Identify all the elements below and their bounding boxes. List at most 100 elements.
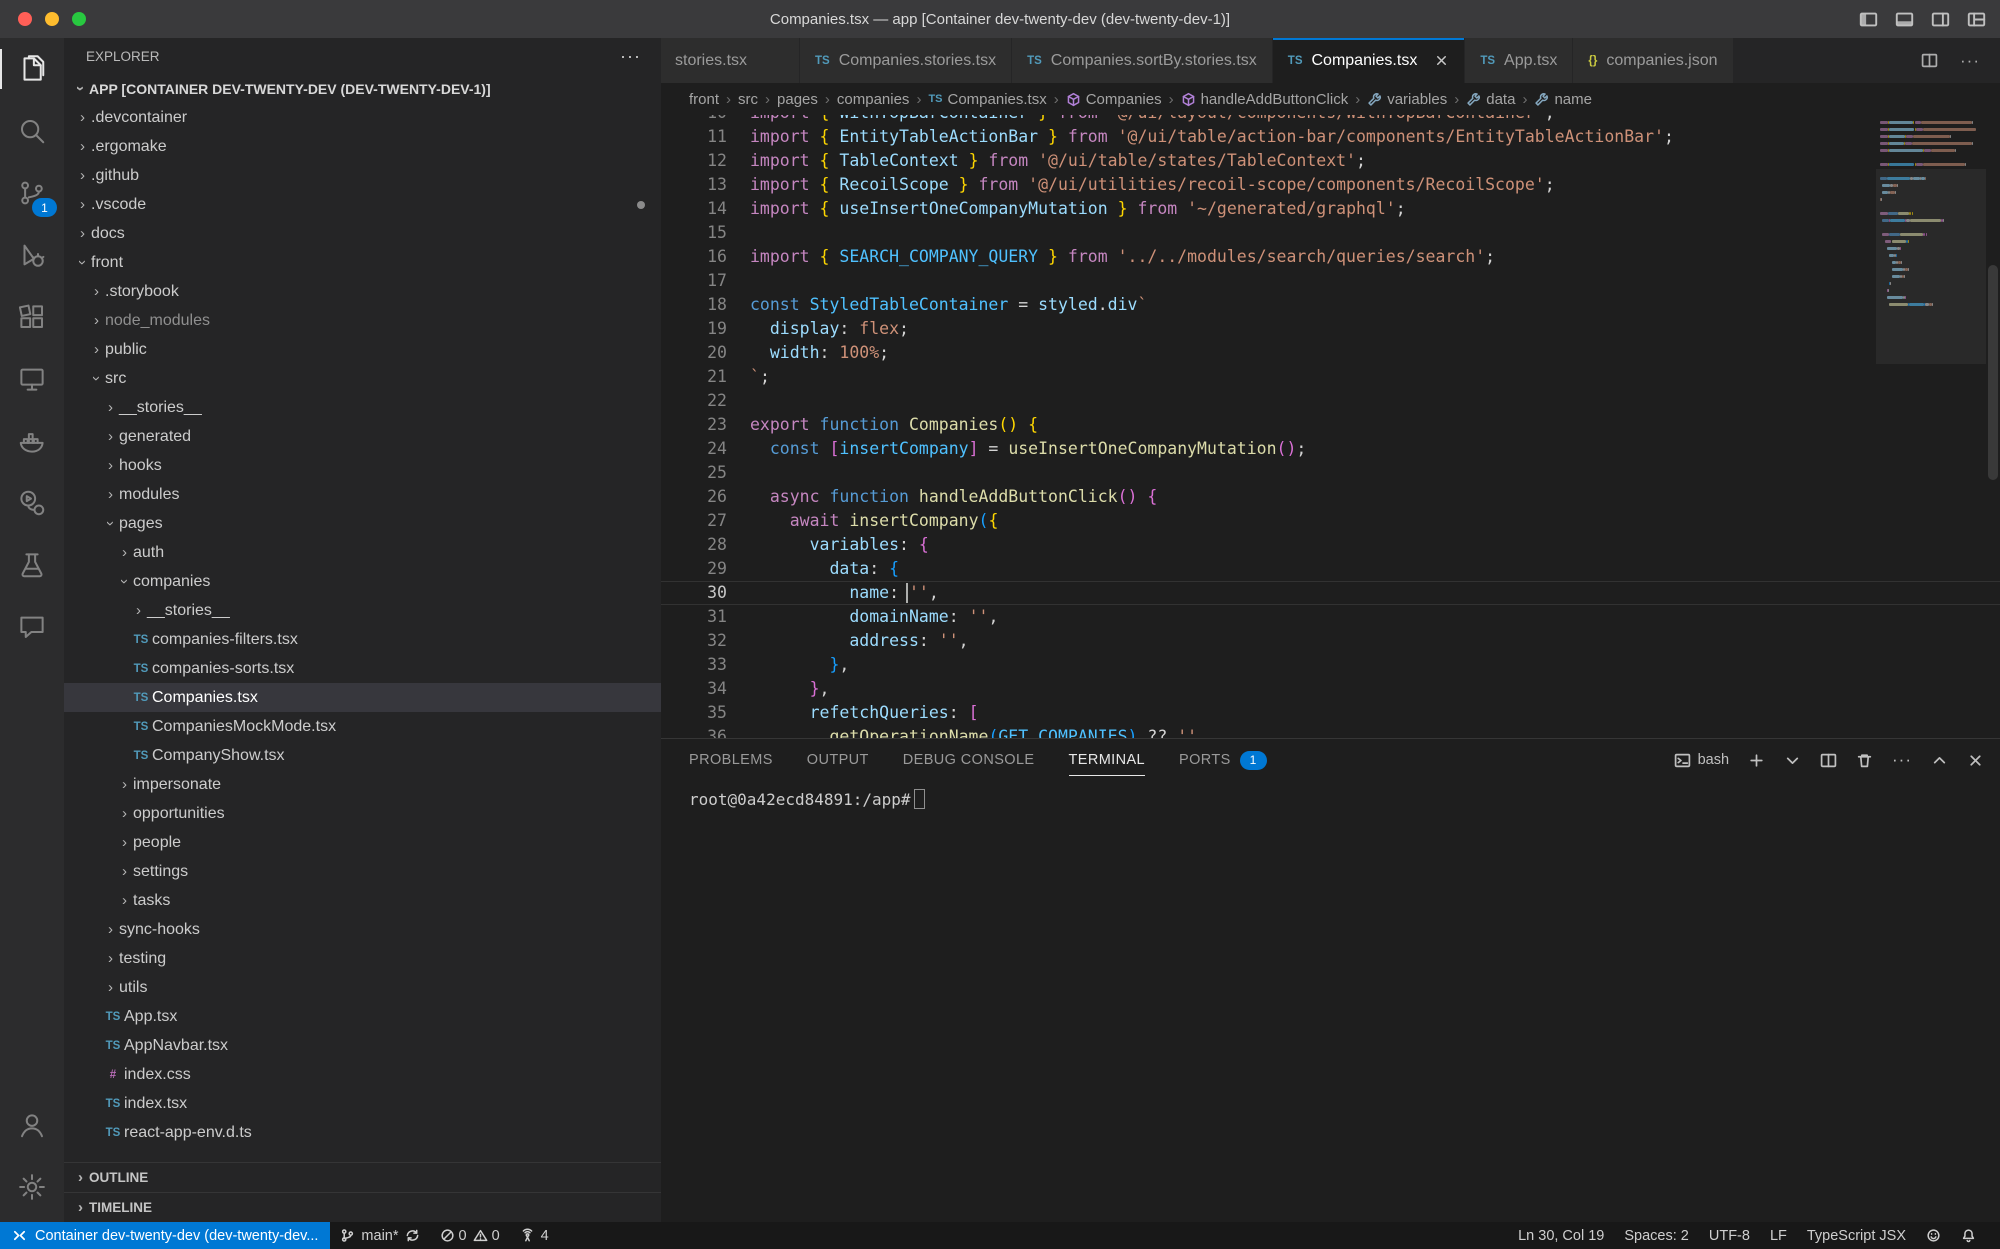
tree-item-node-modules[interactable]: ›node_modules bbox=[64, 306, 661, 335]
code-line-30[interactable]: 30 name: '', bbox=[661, 581, 2000, 605]
code-line-13[interactable]: 13import { RecoilScope } from '@/ui/util… bbox=[661, 173, 2000, 197]
code-line-10[interactable]: 10import { WithTopBarContainer } from '@… bbox=[661, 115, 2000, 125]
code-line-16[interactable]: 16import { SEARCH_COMPANY_QUERY } from '… bbox=[661, 245, 2000, 269]
code-line-18[interactable]: 18const StyledTableContainer = styled.di… bbox=[661, 293, 2000, 317]
toggle-primary-sidebar-icon[interactable] bbox=[1859, 10, 1878, 29]
tree-item-utils[interactable]: ›utils bbox=[64, 973, 661, 1002]
tree-item-testing[interactable]: ›testing bbox=[64, 944, 661, 973]
code-line-21[interactable]: 21`; bbox=[661, 365, 2000, 389]
close-icon[interactable] bbox=[1434, 53, 1449, 68]
encoding-item[interactable]: UTF-8 bbox=[1699, 1222, 1760, 1249]
breadcrumb-item-src[interactable]: src bbox=[738, 91, 758, 108]
tree-item-companies-filters-tsx[interactable]: TScompanies-filters.tsx bbox=[64, 625, 661, 654]
breadcrumb-item-pages[interactable]: pages bbox=[777, 91, 818, 108]
code-line-29[interactable]: 29 data: { bbox=[661, 557, 2000, 581]
tree-item-companies-tsx[interactable]: TSCompanies.tsx bbox=[64, 683, 661, 712]
git-branch-item[interactable]: main* bbox=[330, 1222, 429, 1249]
scrollbar-slider[interactable] bbox=[1988, 265, 1998, 480]
split-terminal-icon[interactable] bbox=[1820, 752, 1837, 769]
code-line-31[interactable]: 31 domainName: '', bbox=[661, 605, 2000, 629]
breadcrumb-item-handleaddbuttonclick[interactable]: handleAddButtonClick bbox=[1181, 91, 1349, 108]
breadcrumb-item-companies[interactable]: Companies bbox=[1066, 91, 1162, 108]
tab-companies-json[interactable]: {}companies.json bbox=[1573, 38, 1733, 83]
code-line-33[interactable]: 33 }, bbox=[661, 653, 2000, 677]
panel-tab-terminal[interactable]: TERMINAL bbox=[1069, 739, 1146, 781]
tree-item-vscode[interactable]: ›.vscode bbox=[64, 190, 661, 219]
tree-item-front[interactable]: ›front bbox=[64, 248, 661, 277]
tree-item-react-app-env-d-ts[interactable]: TSreact-app-env.d.ts bbox=[64, 1118, 661, 1147]
panel-more-actions-icon[interactable]: ··· bbox=[1892, 750, 1912, 770]
activity-comments-button[interactable] bbox=[0, 596, 64, 658]
forwarded-ports-item[interactable]: 4 bbox=[510, 1222, 559, 1249]
code-line-15[interactable]: 15 bbox=[661, 221, 2000, 245]
tree-item-modules[interactable]: ›modules bbox=[64, 480, 661, 509]
maximize-panel-icon[interactable] bbox=[1931, 752, 1948, 769]
customize-layout-icon[interactable] bbox=[1967, 10, 1986, 29]
new-terminal-icon[interactable] bbox=[1748, 752, 1765, 769]
code-line-32[interactable]: 32 address: '', bbox=[661, 629, 2000, 653]
code-line-14[interactable]: 14import { useInsertOneCompanyMutation }… bbox=[661, 197, 2000, 221]
tree-item-companies[interactable]: ›companies bbox=[64, 567, 661, 596]
code-line-11[interactable]: 11import { EntityTableActionBar } from '… bbox=[661, 125, 2000, 149]
tree-item-stories[interactable]: ›__stories__ bbox=[64, 596, 661, 625]
tree-item-companiesmockmode-tsx[interactable]: TSCompaniesMockMode.tsx bbox=[64, 712, 661, 741]
code-line-34[interactable]: 34 }, bbox=[661, 677, 2000, 701]
toggle-secondary-sidebar-icon[interactable] bbox=[1931, 10, 1950, 29]
tab-companies-sortby-stories-tsx[interactable]: TSCompanies.sortBy.stories.tsx bbox=[1012, 38, 1273, 83]
code-editor[interactable]: 10import { WithTopBarContainer } from '@… bbox=[661, 115, 2000, 738]
code-line-25[interactable]: 25 bbox=[661, 461, 2000, 485]
activity-extensions-button[interactable] bbox=[0, 286, 64, 348]
tab-companies-tsx[interactable]: TSCompanies.tsx bbox=[1273, 38, 1466, 83]
cursor-position-item[interactable]: Ln 30, Col 19 bbox=[1508, 1222, 1614, 1249]
tree-item-appnavbar-tsx[interactable]: TSAppNavbar.tsx bbox=[64, 1031, 661, 1060]
tab-app-tsx[interactable]: TSApp.tsx bbox=[1465, 38, 1573, 83]
panel-tab-problems[interactable]: PROBLEMS bbox=[689, 739, 773, 781]
explorer-more-actions-icon[interactable]: ··· bbox=[620, 46, 641, 67]
close-button[interactable] bbox=[18, 12, 32, 26]
terminal-shell-picker[interactable]: bash bbox=[1674, 752, 1729, 769]
tree-item-public[interactable]: ›public bbox=[64, 335, 661, 364]
tree-item-opportunities[interactable]: ›opportunities bbox=[64, 799, 661, 828]
code-line-24[interactable]: 24 const [insertCompany] = useInsertOneC… bbox=[661, 437, 2000, 461]
code-line-36[interactable]: 36 getOperationName(GET_COMPANIES) ?? ''… bbox=[661, 725, 2000, 738]
activity-test-explorer-button[interactable] bbox=[0, 534, 64, 596]
code-line-19[interactable]: 19 display: flex; bbox=[661, 317, 2000, 341]
breadcrumb-item-companies-tsx[interactable]: TSCompanies.tsx bbox=[928, 91, 1046, 108]
activity-accounts-button[interactable] bbox=[0, 1094, 64, 1156]
code-line-27[interactable]: 27 await insertCompany({ bbox=[661, 509, 2000, 533]
tab-companies-stories-tsx[interactable]: TSCompanies.stories.tsx bbox=[800, 38, 1012, 83]
tree-item-github[interactable]: ›.github bbox=[64, 161, 661, 190]
kill-terminal-icon[interactable] bbox=[1856, 752, 1873, 769]
tree-item-index-css[interactable]: #index.css bbox=[64, 1060, 661, 1089]
tree-item-companyshow-tsx[interactable]: TSCompanyShow.tsx bbox=[64, 741, 661, 770]
tree-item-index-tsx[interactable]: TSindex.tsx bbox=[64, 1089, 661, 1118]
remote-indicator[interactable]: Container dev-twenty-dev (dev-twenty-dev… bbox=[0, 1222, 330, 1249]
code-line-22[interactable]: 22 bbox=[661, 389, 2000, 413]
activity-remote-explorer-button[interactable] bbox=[0, 348, 64, 410]
panel-tab-ports[interactable]: PORTS1 bbox=[1179, 739, 1267, 781]
tree-item-sync-hooks[interactable]: ›sync-hooks bbox=[64, 915, 661, 944]
activity-github-actions-button[interactable] bbox=[0, 472, 64, 534]
code-line-20[interactable]: 20 width: 100%; bbox=[661, 341, 2000, 365]
indentation-item[interactable]: Spaces: 2 bbox=[1614, 1222, 1699, 1249]
breadcrumb-item-data[interactable]: data bbox=[1466, 91, 1515, 108]
tab-stories-tsx[interactable]: stories.tsx bbox=[661, 38, 800, 83]
tree-item-hooks[interactable]: ›hooks bbox=[64, 451, 661, 480]
code-line-26[interactable]: 26 async function handleAddButtonClick()… bbox=[661, 485, 2000, 509]
tree-item-devcontainer[interactable]: ›.devcontainer bbox=[64, 103, 661, 132]
eol-item[interactable]: LF bbox=[1760, 1222, 1797, 1249]
activity-run-debug-button[interactable] bbox=[0, 224, 64, 286]
activity-search-button[interactable] bbox=[0, 100, 64, 162]
project-section-header[interactable]: › APP [CONTAINER DEV-TWENTY-DEV (DEV-TWE… bbox=[64, 74, 661, 103]
tree-item-settings[interactable]: ›settings bbox=[64, 857, 661, 886]
panel-tab-output[interactable]: OUTPUT bbox=[807, 739, 869, 781]
minimap[interactable] bbox=[1876, 115, 1986, 738]
activity-source-control-button[interactable]: 1 bbox=[0, 162, 64, 224]
editor-more-actions-icon[interactable]: ··· bbox=[1960, 51, 1980, 71]
tree-item-impersonate[interactable]: ›impersonate bbox=[64, 770, 661, 799]
breadcrumb-item-variables[interactable]: variables bbox=[1367, 91, 1447, 108]
breadcrumb-item-name[interactable]: name bbox=[1534, 91, 1592, 108]
outline-section-header[interactable]: › OUTLINE bbox=[64, 1162, 661, 1192]
tree-item-src[interactable]: ›src bbox=[64, 364, 661, 393]
tree-item-tasks[interactable]: ›tasks bbox=[64, 886, 661, 915]
